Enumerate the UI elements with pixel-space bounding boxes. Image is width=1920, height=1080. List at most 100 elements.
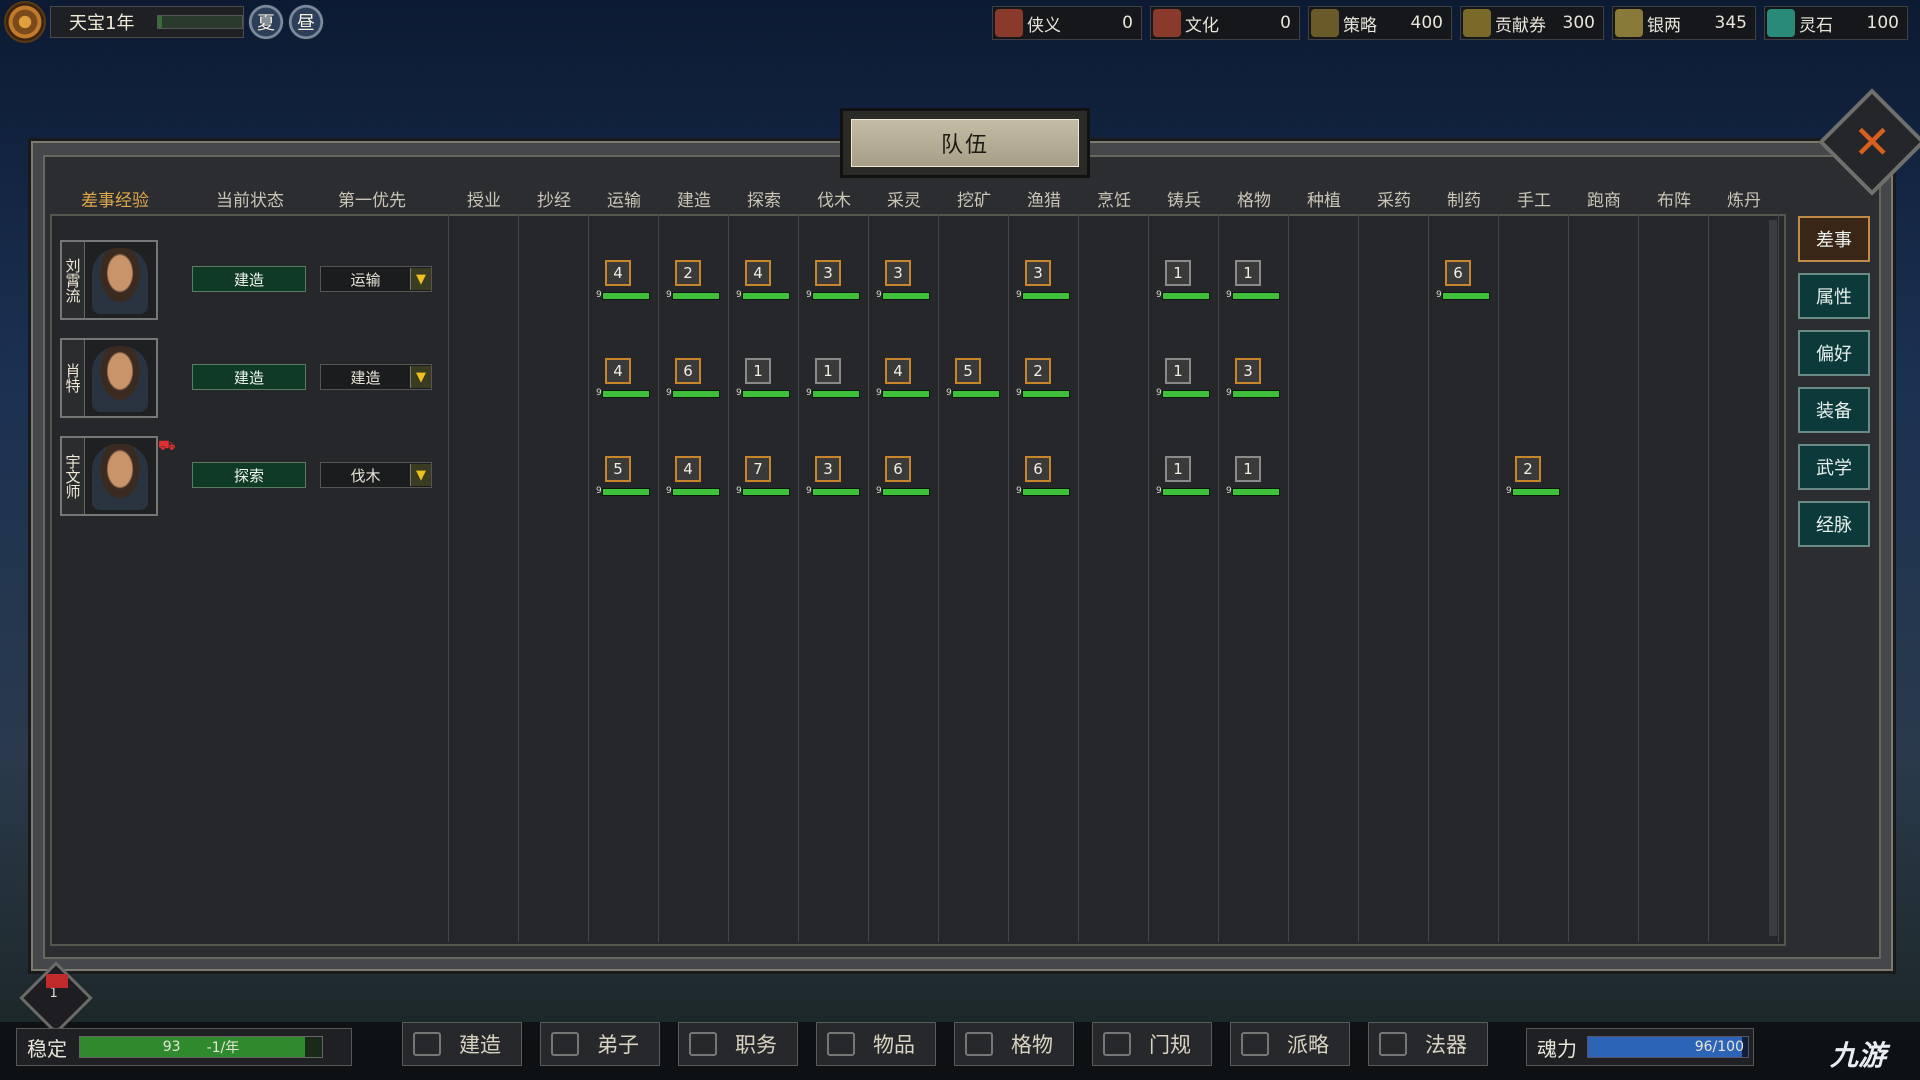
skill-cell[interactable]: 49 xyxy=(736,260,790,300)
menu-button-8[interactable]: 法器 xyxy=(1368,1022,1488,1066)
skill-progress-bar xyxy=(1442,292,1490,300)
side-tab-1[interactable]: 差事 xyxy=(1798,216,1870,262)
chevron-down-icon[interactable]: ▼ xyxy=(410,268,431,290)
skill-level: 1 xyxy=(1165,260,1191,286)
skill-cell[interactable]: 19 xyxy=(736,358,790,398)
skill-cell[interactable]: 29 xyxy=(1506,456,1560,496)
brush-icon xyxy=(1153,9,1181,37)
skill-cell[interactable]: 39 xyxy=(806,260,860,300)
column-header[interactable]: 采灵 xyxy=(876,186,932,211)
column-header[interactable]: 抄经 xyxy=(526,186,582,211)
skill-cell[interactable]: 59 xyxy=(946,358,1000,398)
skill-cell[interactable]: 49 xyxy=(596,260,650,300)
priority-value: 建造 xyxy=(350,368,381,387)
column-header[interactable]: 渔猎 xyxy=(1016,186,1072,211)
menu-button-2[interactable]: 弟子 xyxy=(540,1022,660,1066)
date-widget: 天宝1年 夏 昼 xyxy=(4,1,324,43)
column-header[interactable]: 采药 xyxy=(1366,186,1422,211)
skill-level: 3 xyxy=(1235,358,1261,384)
column-header[interactable]: 布阵 xyxy=(1646,186,1702,211)
column-header[interactable]: 炼丹 xyxy=(1716,186,1772,211)
column-divider xyxy=(1428,214,1429,942)
skill-max: 9 xyxy=(1016,290,1022,300)
skill-cell[interactable]: 69 xyxy=(666,358,720,398)
menu-button-4[interactable]: 物品 xyxy=(816,1022,936,1066)
menu-button-1[interactable]: 建造 xyxy=(402,1022,522,1066)
skill-cell[interactable]: 29 xyxy=(666,260,720,300)
column-header[interactable]: 制药 xyxy=(1436,186,1492,211)
skill-cell[interactable]: 49 xyxy=(876,358,930,398)
side-tab-4[interactable]: 装备 xyxy=(1798,387,1870,433)
column-header[interactable]: 种植 xyxy=(1296,186,1352,211)
character-face-icon xyxy=(92,346,148,412)
skill-cell[interactable]: 19 xyxy=(1156,260,1210,300)
first-priority-dropdown[interactable]: 建造 ▼ xyxy=(320,364,432,390)
chevron-down-icon[interactable]: ▼ xyxy=(410,366,431,388)
skill-cell[interactable]: 69 xyxy=(1436,260,1490,300)
skill-cell[interactable]: 39 xyxy=(1226,358,1280,398)
soul-label: 魂力 xyxy=(1537,1036,1577,1061)
side-tab-5[interactable]: 武学 xyxy=(1798,444,1870,490)
skill-cell[interactable]: 39 xyxy=(1016,260,1070,300)
close-icon: ✕ xyxy=(1852,114,1892,169)
soul-bar: 96/100 xyxy=(1587,1036,1749,1058)
menu-button-6[interactable]: 门规 xyxy=(1092,1022,1212,1066)
column-header: 差事经验 xyxy=(81,191,149,211)
column-header[interactable]: 探索 xyxy=(736,186,792,211)
resource-value: 345 xyxy=(1714,13,1747,33)
settings-gear-icon[interactable] xyxy=(4,1,46,43)
column-header[interactable]: 伐木 xyxy=(806,186,862,211)
column-header[interactable]: 授业 xyxy=(456,186,512,211)
column-divider xyxy=(1288,214,1289,942)
side-tab-2[interactable]: 属性 xyxy=(1798,273,1870,319)
character-portrait[interactable]: 宇文师 xyxy=(60,436,158,516)
skill-cell[interactable]: 49 xyxy=(596,358,650,398)
skill-progress-bar xyxy=(1512,488,1560,496)
skill-cell[interactable]: 39 xyxy=(876,260,930,300)
resource-value: 0 xyxy=(1122,13,1133,33)
chevron-down-icon[interactable]: ▼ xyxy=(410,464,431,486)
skill-progress-bar xyxy=(602,390,650,398)
skill-cell[interactable]: 69 xyxy=(1016,456,1070,496)
skill-level: 1 xyxy=(1165,358,1191,384)
column-header[interactable]: 运输 xyxy=(596,186,652,211)
skill-cell[interactable]: 19 xyxy=(806,358,860,398)
first-priority-dropdown[interactable]: 伐木 ▼ xyxy=(320,462,432,488)
skill-max: 9 xyxy=(1226,486,1232,496)
current-status-field: 建造 xyxy=(192,364,306,390)
column-header[interactable]: 烹饪 xyxy=(1086,186,1142,211)
skill-cell[interactable]: 49 xyxy=(666,456,720,496)
skill-cell[interactable]: 19 xyxy=(1156,358,1210,398)
skill-grid xyxy=(50,214,1786,946)
column-header[interactable]: 建造 xyxy=(666,186,722,211)
menu-button-7[interactable]: 派略 xyxy=(1230,1022,1350,1066)
skill-cell[interactable]: 39 xyxy=(806,456,860,496)
character-portrait[interactable]: 肖特 xyxy=(60,338,158,418)
character-portrait[interactable]: 刘霄流 xyxy=(60,240,158,320)
menu-label: 法器 xyxy=(1425,1033,1467,1057)
skill-cell[interactable]: 79 xyxy=(736,456,790,496)
column-header[interactable]: 挖矿 xyxy=(946,186,1002,211)
skill-cell[interactable]: 19 xyxy=(1226,456,1280,496)
skill-cell[interactable]: 69 xyxy=(876,456,930,496)
skill-progress-bar xyxy=(1022,390,1070,398)
column-divider xyxy=(1778,214,1779,942)
skill-progress-bar xyxy=(1162,292,1210,300)
side-tab-6[interactable]: 经脉 xyxy=(1798,501,1870,547)
skill-cell[interactable]: 29 xyxy=(1016,358,1070,398)
skill-cell[interactable]: 59 xyxy=(596,456,650,496)
column-header[interactable]: 格物 xyxy=(1226,186,1282,211)
menu-button-5[interactable]: 格物 xyxy=(954,1022,1074,1066)
grid-scrollbar[interactable] xyxy=(1769,220,1777,936)
menu-button-3[interactable]: 职务 xyxy=(678,1022,798,1066)
skill-cell[interactable]: 19 xyxy=(1156,456,1210,496)
column-header[interactable]: 跑商 xyxy=(1576,186,1632,211)
strategy-icon xyxy=(1241,1032,1269,1056)
side-tab-3[interactable]: 偏好 xyxy=(1798,330,1870,376)
column-header[interactable]: 铸兵 xyxy=(1156,186,1212,211)
column-divider xyxy=(1498,214,1499,942)
first-priority-dropdown[interactable]: 运输 ▼ xyxy=(320,266,432,292)
skill-cell[interactable]: 19 xyxy=(1226,260,1280,300)
column-header[interactable]: 手工 xyxy=(1506,186,1562,211)
resource-label: 灵石 xyxy=(1799,15,1833,36)
